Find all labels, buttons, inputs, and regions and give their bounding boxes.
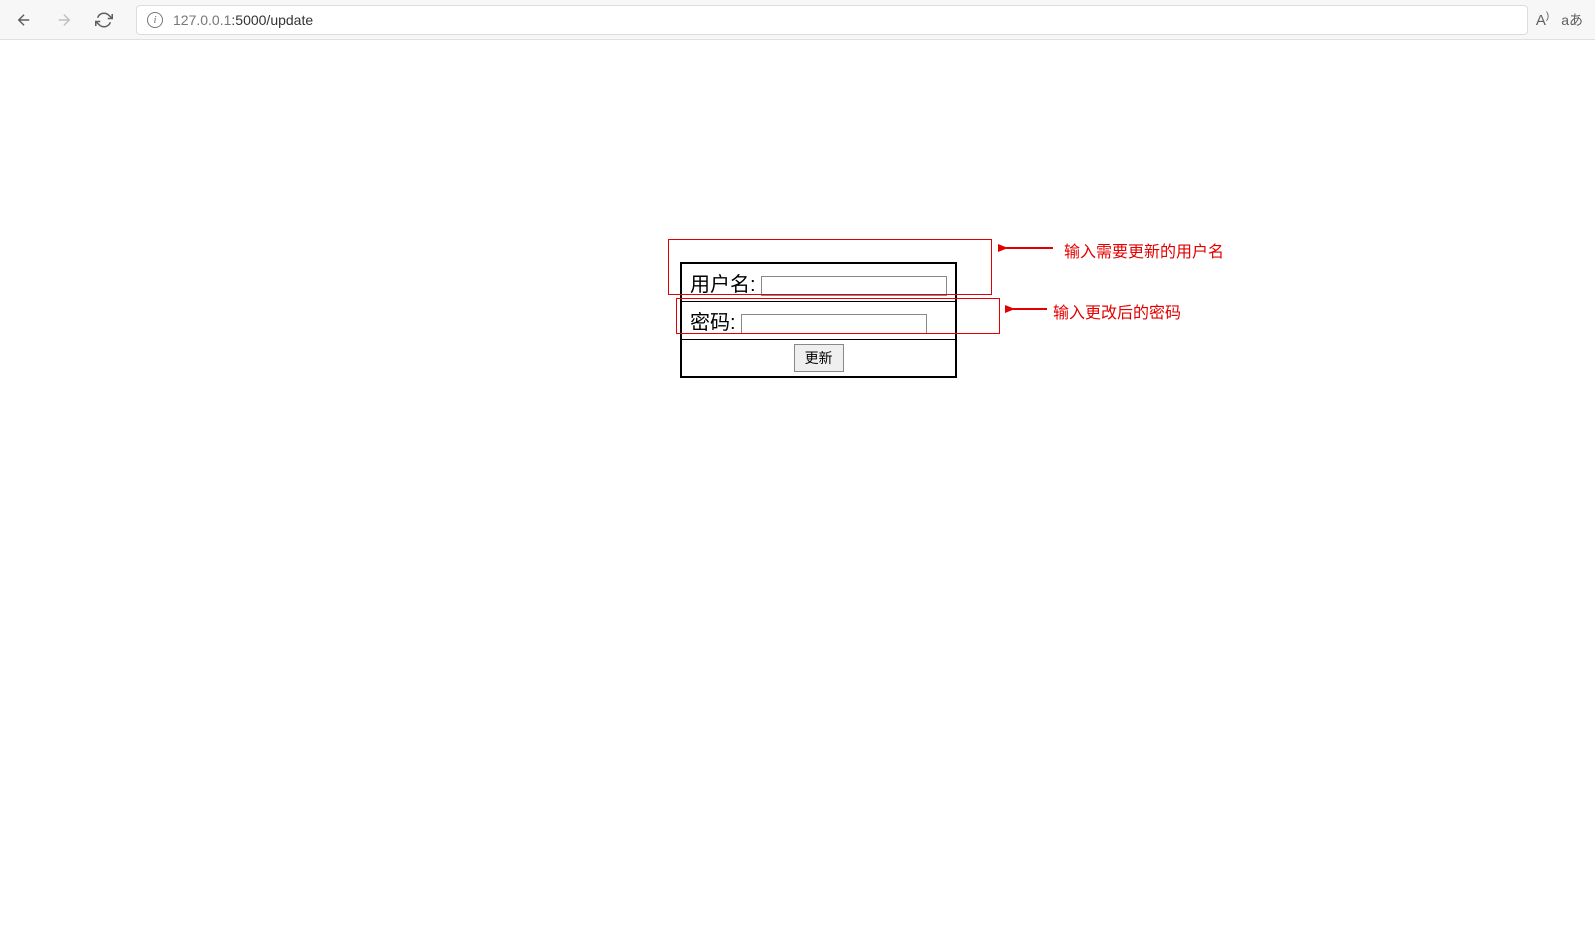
annotation-label-password: 输入更改后的密码 [1053, 299, 1181, 323]
arrow-left-icon [15, 11, 33, 29]
annotation-arrow-1 [998, 238, 1058, 258]
url-path: :5000/update [231, 12, 313, 28]
address-bar[interactable]: i 127.0.0.1:5000/update [136, 5, 1528, 35]
password-row: 密码: [681, 302, 956, 340]
annotation-arrow-2 [1005, 299, 1050, 319]
info-icon: i [147, 12, 163, 28]
username-input[interactable] [761, 276, 947, 296]
url-text: 127.0.0.1:5000/update [173, 12, 313, 28]
username-row: 用户名: [681, 263, 956, 302]
refresh-icon [95, 11, 113, 29]
forward-button[interactable] [48, 4, 80, 36]
translate-icon[interactable]: aあ [1561, 10, 1583, 30]
password-label: 密码: [690, 312, 736, 334]
back-button[interactable] [8, 4, 40, 36]
browser-toolbar: i 127.0.0.1:5000/update A) aあ [0, 0, 1595, 40]
username-label: 用户名: [690, 274, 756, 296]
read-aloud-icon[interactable]: A) [1536, 11, 1549, 29]
refresh-button[interactable] [88, 4, 120, 36]
toolbar-right: A) aあ [1536, 10, 1587, 30]
page-content: 用户名: 密码: 更新 [0, 40, 1595, 952]
update-form-table: 用户名: 密码: 更新 [680, 262, 957, 378]
annotation-label-username: 输入需要更新的用户名 [1064, 238, 1224, 262]
submit-row: 更新 [681, 340, 956, 378]
password-input[interactable] [741, 314, 927, 334]
url-host: 127.0.0.1 [173, 12, 231, 28]
arrow-right-icon [55, 11, 73, 29]
update-button[interactable]: 更新 [794, 344, 844, 372]
